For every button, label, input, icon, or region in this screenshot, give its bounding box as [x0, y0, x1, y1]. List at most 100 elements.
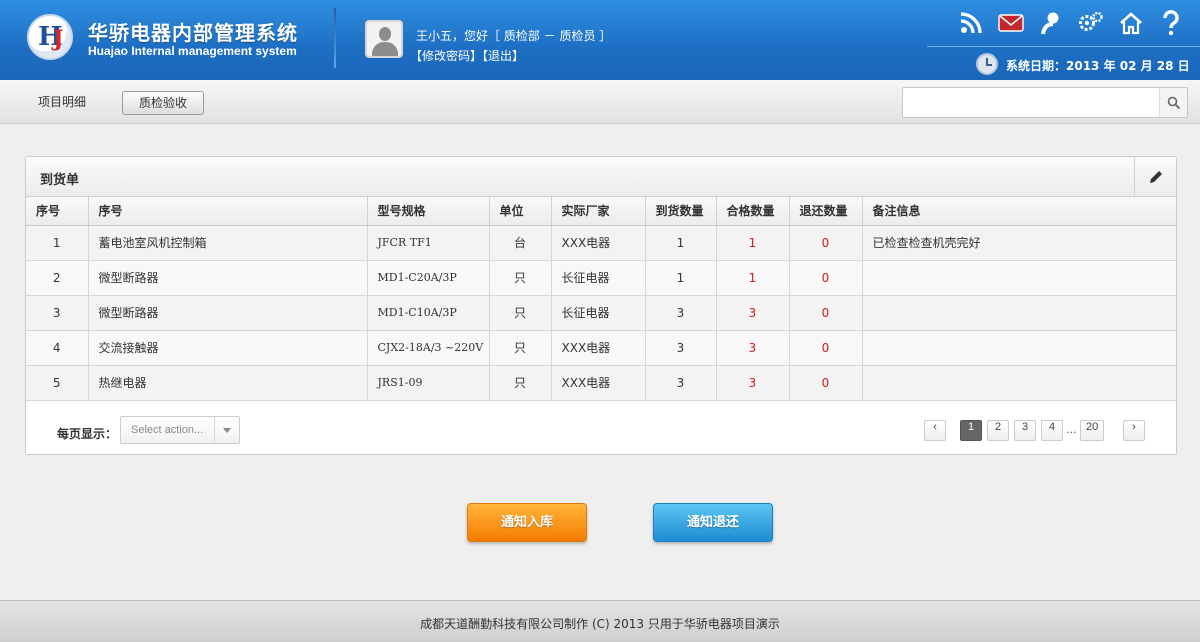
cell-returned: 0 [789, 260, 863, 296]
search-box [902, 87, 1188, 118]
cell-name: 蓄电池室风机控制箱 [88, 225, 368, 261]
cell-remark: 已检查检查机壳完好 [862, 225, 1176, 261]
panel-header: 到货单 [26, 157, 1176, 197]
cell-qualified: 3 [716, 330, 790, 366]
cell-unit: 台 [489, 225, 552, 261]
arrival-panel: 到货单 序号 序号 型号规格 单位 实际厂家 到货数量 合格数量 退还数量 备注… [25, 156, 1177, 455]
table-row[interactable]: 5 热继电器 JRS1-09 只 XXX电器 3 3 0 [26, 365, 1176, 401]
cell-name: 微型断路器 [88, 260, 368, 296]
notify-return-button[interactable]: 通知退还 [653, 503, 773, 542]
rss-icon[interactable] [958, 10, 984, 36]
pagination-page[interactable]: 1 [960, 420, 982, 441]
header-divider [334, 8, 336, 68]
logo-subtitle: Huajao Internal management system [88, 44, 297, 58]
cell-model: MD1-C10A/3P [367, 295, 490, 331]
pagination-ellipsis: ... [1066, 423, 1077, 436]
cell-unit: 只 [489, 295, 552, 331]
cell-qualified: 3 [716, 365, 790, 401]
cell-arrived: 1 [645, 225, 717, 261]
table-row[interactable]: 3 微型断路器 MD1-C10A/3P 只 长征电器 3 3 0 [26, 295, 1176, 331]
cell-remark [862, 330, 1176, 366]
tab-project-details[interactable]: 项目明细 [22, 91, 102, 115]
per-page-placeholder: Select action... [131, 424, 204, 436]
change-password-link[interactable]: 【修改密码】 [410, 49, 482, 63]
col-header: 序号 [26, 197, 89, 226]
cell-unit: 只 [489, 365, 552, 401]
cell-no: 5 [26, 365, 89, 401]
pagination-next-button[interactable]: › [1123, 420, 1145, 441]
per-page-select[interactable]: Select action... [120, 416, 240, 444]
col-header: 型号规格 [367, 197, 490, 226]
pagination-prev-button[interactable]: ‹ [924, 420, 946, 441]
cell-arrived: 3 [645, 330, 717, 366]
pagination-page[interactable]: 2 [987, 420, 1009, 441]
cell-returned: 0 [789, 225, 863, 261]
help-icon[interactable] [1158, 10, 1184, 36]
col-header: 序号 [88, 197, 368, 226]
header-icons [958, 10, 1184, 36]
cell-arrived: 1 [645, 260, 717, 296]
cell-unit: 只 [489, 330, 552, 366]
table-row[interactable]: 2 微型断路器 MD1-C20A/3P 只 长征电器 1 1 0 [26, 260, 1176, 296]
table-header-row: 序号 序号 型号规格 单位 实际厂家 到货数量 合格数量 退还数量 备注信息 [26, 197, 1176, 226]
col-header: 退还数量 [789, 197, 863, 226]
col-header: 实际厂家 [551, 197, 646, 226]
panel-title: 到货单 [40, 173, 80, 188]
edit-button[interactable] [1134, 157, 1176, 196]
cell-model: JFCR TF1 [367, 225, 490, 261]
chevron-down-icon [214, 417, 239, 443]
avatar [365, 20, 403, 58]
clock-icon [976, 53, 998, 75]
mail-icon[interactable] [998, 10, 1024, 36]
logo-icon: HJ [27, 14, 73, 60]
cell-arrived: 3 [645, 365, 717, 401]
pagination-page-last[interactable]: 20 [1080, 420, 1105, 441]
cell-maker: 长征电器 [551, 295, 646, 331]
search-input[interactable] [903, 88, 1161, 117]
search-icon [1167, 96, 1180, 109]
pagination-page[interactable]: 3 [1014, 420, 1036, 441]
table-row[interactable]: 1 蓄电池室风机控制箱 JFCR TF1 台 XXX电器 1 1 0 已检查检查… [26, 225, 1176, 261]
col-header: 合格数量 [716, 197, 790, 226]
cell-no: 3 [26, 295, 89, 331]
cell-qualified: 1 [716, 225, 790, 261]
cell-maker: 长征电器 [551, 260, 646, 296]
cell-returned: 0 [789, 295, 863, 331]
tab-quality-inspection[interactable]: 质检验收 [122, 91, 205, 115]
cell-maker: XXX电器 [551, 330, 646, 366]
cell-maker: XXX电器 [551, 365, 646, 401]
cell-qualified: 1 [716, 260, 790, 296]
cell-name: 微型断路器 [88, 295, 368, 331]
user-icon[interactable] [1038, 10, 1064, 36]
search-button[interactable] [1159, 88, 1187, 117]
user-links: 【修改密码】【退出】 [410, 47, 524, 64]
settings-icon[interactable] [1078, 10, 1104, 36]
table-row[interactable]: 4 交流接触器 CJX2-18A/3 ~220V 只 XXX电器 3 3 0 [26, 330, 1176, 366]
cell-model: CJX2-18A/3 ~220V [367, 330, 490, 366]
col-header: 到货数量 [645, 197, 717, 226]
cell-returned: 0 [789, 365, 863, 401]
system-date: 系统日期：2013 年 02 月 28 日 [1006, 59, 1190, 73]
user-greeting: 王小五，您好［ 质检部 － 质检员 ］ [416, 29, 612, 43]
logout-link[interactable]: 【退出】 [482, 49, 524, 63]
cell-name: 热继电器 [88, 365, 368, 401]
per-page-label: 每页显示： [57, 427, 118, 441]
cell-remark [862, 295, 1176, 331]
logo-title: 华骄电器内部管理系统 [88, 21, 298, 45]
pencil-icon [1149, 170, 1162, 183]
footer-text: 成都天道酬勤科技有限公司制作 (C) 2013 只用于华骄电器项目演示 [420, 617, 780, 631]
cell-qualified: 3 [716, 295, 790, 331]
cell-remark [862, 365, 1176, 401]
cell-no: 1 [26, 225, 89, 261]
header-divider-line [927, 46, 1200, 47]
col-header: 单位 [489, 197, 552, 226]
notify-instock-button[interactable]: 通知入库 [467, 503, 587, 542]
cell-arrived: 3 [645, 295, 717, 331]
cell-no: 2 [26, 260, 89, 296]
home-icon[interactable] [1118, 10, 1144, 36]
col-header: 备注信息 [862, 197, 1176, 226]
pagination-page[interactable]: 4 [1041, 420, 1063, 441]
cell-returned: 0 [789, 330, 863, 366]
cell-no: 4 [26, 330, 89, 366]
cell-model: MD1-C20A/3P [367, 260, 490, 296]
